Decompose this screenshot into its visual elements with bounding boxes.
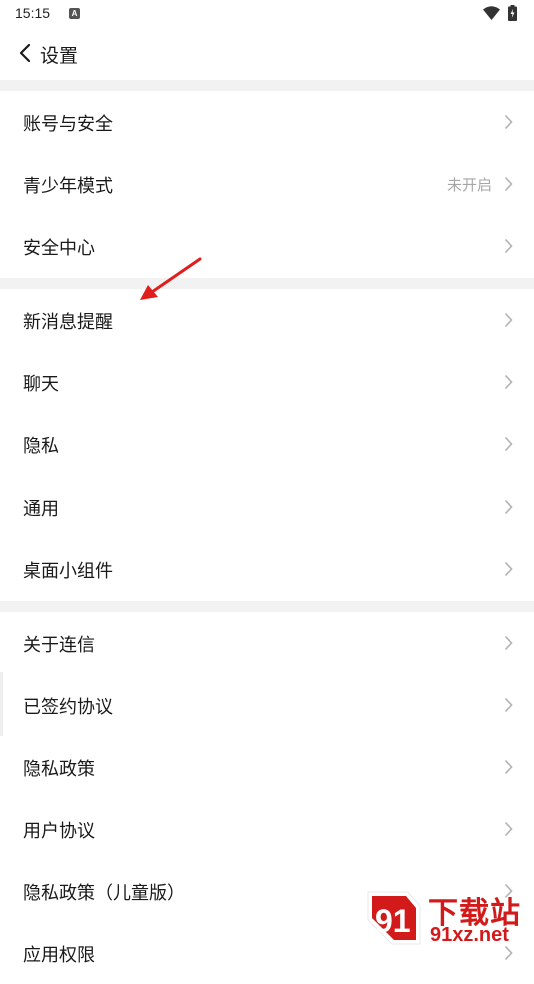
chevron-right-icon xyxy=(504,561,513,577)
watermark-logo-icon: 91 xyxy=(367,891,421,945)
notification-a-icon: A xyxy=(69,8,80,19)
row-label: 安全中心 xyxy=(23,238,95,259)
row-label: 隐私 xyxy=(23,436,59,457)
watermark: 91 下载站 91xz.net xyxy=(362,886,534,950)
settings-row-chat[interactable]: 聊天 xyxy=(0,351,534,413)
settings-row-privacy-policy[interactable]: 隐私政策 xyxy=(0,736,534,798)
row-label: 桌面小组件 xyxy=(23,561,113,582)
row-label: 通用 xyxy=(23,499,59,520)
settings-row-about[interactable]: 关于连信 xyxy=(0,612,534,674)
chevron-right-icon xyxy=(504,821,513,837)
status-bar: 15:15 A xyxy=(0,0,534,28)
left-edge-mark xyxy=(0,672,3,736)
chevron-right-icon xyxy=(504,238,513,254)
row-label: 青少年模式 xyxy=(23,176,113,197)
row-label: 应用权限 xyxy=(23,945,95,966)
row-label: 用户协议 xyxy=(23,821,95,842)
header: 设置 xyxy=(0,28,534,80)
wifi-icon xyxy=(483,6,500,20)
chevron-right-icon xyxy=(504,635,513,651)
chevron-right-icon xyxy=(504,176,513,192)
chevron-right-icon xyxy=(504,759,513,775)
row-label: 隐私政策（儿童版） xyxy=(23,883,185,904)
settings-row-security-center[interactable]: 安全中心 xyxy=(0,215,534,277)
row-label: 聊天 xyxy=(23,374,59,395)
row-label: 账号与安全 xyxy=(23,114,113,135)
teen-mode-status: 未开启 xyxy=(446,176,492,194)
settings-row-desktop-widgets[interactable]: 桌面小组件 xyxy=(0,538,534,600)
settings-row-teen-mode[interactable]: 青少年模式 未开启 xyxy=(0,153,534,215)
row-label: 关于连信 xyxy=(23,635,95,656)
section-divider xyxy=(0,278,534,289)
settings-row-user-agreement[interactable]: 用户协议 xyxy=(0,798,534,860)
watermark-logo-text: 91 xyxy=(375,903,411,939)
chevron-right-icon xyxy=(504,374,513,390)
chevron-right-icon xyxy=(504,499,513,515)
section-divider xyxy=(0,80,534,91)
section-divider xyxy=(0,601,534,612)
settings-row-new-message-alert[interactable]: 新消息提醒 xyxy=(0,289,534,351)
chevron-right-icon xyxy=(504,697,513,713)
row-label: 已签约协议 xyxy=(23,697,113,718)
settings-row-signed-agreements[interactable]: 已签约协议 xyxy=(0,674,534,736)
settings-row-privacy[interactable]: 隐私 xyxy=(0,413,534,475)
status-time: 15:15 xyxy=(15,5,51,21)
row-label: 隐私政策 xyxy=(23,759,95,780)
row-label: 新消息提醒 xyxy=(23,312,113,333)
battery-charging-icon xyxy=(508,5,517,21)
chevron-right-icon xyxy=(504,312,513,328)
settings-row-general[interactable]: 通用 xyxy=(0,476,534,538)
chevron-right-icon xyxy=(504,114,513,130)
watermark-url: 91xz.net xyxy=(430,924,509,946)
back-chevron-icon[interactable] xyxy=(18,43,32,63)
chevron-right-icon xyxy=(504,436,513,452)
page-title: 设置 xyxy=(40,45,79,67)
settings-row-account-security[interactable]: 账号与安全 xyxy=(0,91,534,153)
